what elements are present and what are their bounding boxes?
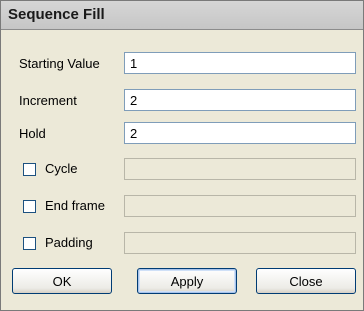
- sequence-fill-dialog: Sequence Fill Starting Value Increment H…: [0, 0, 364, 311]
- end-frame-checkbox[interactable]: [23, 200, 36, 213]
- increment-label: Increment: [19, 93, 77, 108]
- end-frame-input: [124, 195, 356, 217]
- end-frame-label[interactable]: End frame: [45, 198, 105, 213]
- starting-value-label: Starting Value: [19, 56, 100, 71]
- hold-label: Hold: [19, 126, 46, 141]
- padding-checkbox[interactable]: [23, 237, 36, 250]
- increment-input[interactable]: [124, 89, 356, 111]
- dialog-title: Sequence Fill: [8, 6, 105, 23]
- ok-button[interactable]: OK: [12, 268, 112, 294]
- padding-input: [124, 232, 356, 254]
- hold-input[interactable]: [124, 122, 356, 144]
- cycle-input: [124, 158, 356, 180]
- close-button[interactable]: Close: [256, 268, 356, 294]
- apply-button[interactable]: Apply: [137, 268, 237, 294]
- padding-label[interactable]: Padding: [45, 235, 93, 250]
- cycle-label[interactable]: Cycle: [45, 161, 78, 176]
- cycle-checkbox[interactable]: [23, 163, 36, 176]
- starting-value-input[interactable]: [124, 52, 356, 74]
- dialog-titlebar[interactable]: Sequence Fill: [1, 1, 363, 30]
